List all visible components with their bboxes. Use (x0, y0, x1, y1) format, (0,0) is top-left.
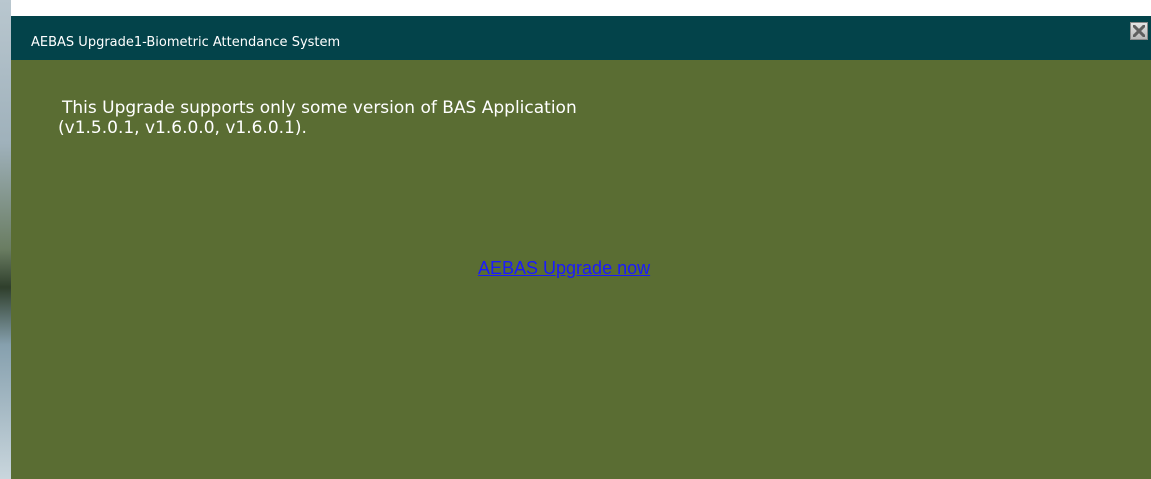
upgrade-dialog: AEBAS Upgrade1-Biometric Attendance Syst… (11, 16, 1151, 479)
upgrade-message: This Upgrade supports only some version … (58, 98, 962, 138)
message-line-2: (v1.5.0.1, v1.6.0.0, v1.6.0.1). (58, 118, 307, 138)
message-line-1: This Upgrade supports only some version … (62, 98, 577, 118)
close-button[interactable] (1130, 22, 1148, 40)
upgrade-now-link[interactable]: AEBAS Upgrade now (478, 258, 650, 279)
dialog-titlebar: AEBAS Upgrade1-Biometric Attendance Syst… (11, 16, 1151, 60)
close-icon (1133, 25, 1145, 37)
background-window-edge (0, 0, 11, 479)
dialog-title: AEBAS Upgrade1-Biometric Attendance Syst… (31, 35, 341, 50)
